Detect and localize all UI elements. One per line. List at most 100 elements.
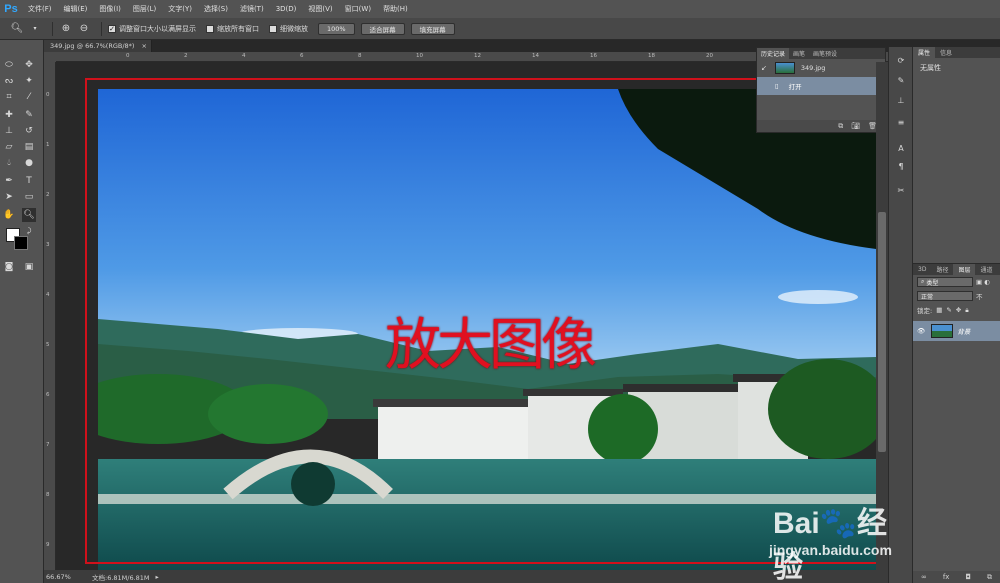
fill-screen-button[interactable]: 填充屏幕 xyxy=(410,22,455,35)
lock-pixels-icon[interactable]: ✎ xyxy=(946,306,951,314)
tab-info[interactable]: 信息 xyxy=(935,47,957,58)
move-icon[interactable]: ✥ xyxy=(22,58,36,72)
crop-icon[interactable]: ⌗ xyxy=(2,90,16,104)
history-brush-icon[interactable]: ↺ xyxy=(22,124,36,138)
tools-preset-icon[interactable]: ✂ xyxy=(894,183,908,197)
shape-icon[interactable]: ▭ xyxy=(22,190,36,204)
eye-icon[interactable]: 👁︎ xyxy=(917,327,925,335)
clone-stamp-icon[interactable]: ⊥ xyxy=(2,124,16,138)
tab-properties[interactable]: 属性 xyxy=(913,47,936,58)
path-selection-icon[interactable]: ➤ xyxy=(2,190,16,204)
tab-layers[interactable]: 图层 xyxy=(953,264,976,275)
image-filter-icon[interactable]: ▣ xyxy=(976,278,982,286)
no-properties-label: 无属性 xyxy=(920,64,941,72)
blend-row: 正常 不 xyxy=(913,289,1000,303)
document-tab[interactable]: 349.jpg @ 66.7%(RGB/8*) × xyxy=(44,40,152,52)
type-icon[interactable]: T xyxy=(22,174,36,188)
zoom-icon[interactable]: 🔍︎ xyxy=(22,208,36,222)
new-layer-icon[interactable]: ⧉ xyxy=(987,573,992,582)
search-icon: ⌕ xyxy=(921,278,925,285)
layer-background[interactable]: 👁︎ 背景 xyxy=(913,321,1000,341)
tab-history[interactable]: 历史记录 xyxy=(757,48,790,59)
screen-mode-icon[interactable]: ▣ xyxy=(22,260,36,274)
zoom-100-button[interactable]: 100% xyxy=(318,22,355,35)
fit-screen-button[interactable]: 适合屏幕 xyxy=(360,22,405,35)
ruler-tick: 14 xyxy=(532,53,539,59)
menu-edit[interactable]: 编辑(E) xyxy=(58,4,94,14)
checkbox-icon xyxy=(269,24,277,33)
history-state[interactable]: ▯ 打开 xyxy=(757,77,885,95)
zoom-level[interactable]: 66.67% xyxy=(44,573,92,581)
history-state-label: 打开 xyxy=(788,83,802,91)
zoom-all-windows-checkbox[interactable]: 缩放所有窗口 xyxy=(206,24,259,34)
scrollbar-thumb[interactable] xyxy=(878,212,886,452)
lasso-icon[interactable]: ᔓ xyxy=(2,74,16,88)
divider xyxy=(101,21,102,36)
gradient-icon[interactable]: ▤ xyxy=(22,140,36,154)
zoom-out-icon[interactable]: ⊖ xyxy=(77,22,91,36)
paragraph-panel-icon[interactable]: ¶ xyxy=(894,159,908,173)
menu-file[interactable]: 文件(F) xyxy=(22,4,58,14)
menu-window[interactable]: 窗口(W) xyxy=(339,4,377,14)
hand-icon[interactable]: ✋ xyxy=(2,208,16,222)
tab-channels[interactable]: 通道 xyxy=(975,264,997,275)
swap-colors-icon[interactable]: ⤸ xyxy=(22,224,36,238)
camera-icon[interactable]: 📷︎ xyxy=(851,122,860,130)
status-bar: 66.67% 文档:6.81M/6.81M ▸ xyxy=(44,570,888,583)
blur-icon[interactable]: 💧︎ xyxy=(2,156,16,170)
history-snapshot[interactable]: ↙ 349.jpg xyxy=(757,59,885,77)
ruler-tick: 10 xyxy=(416,53,423,59)
properties-tabs: 属性 信息 xyxy=(913,47,1000,58)
blend-mode-select[interactable]: 正常 xyxy=(917,291,973,301)
menu-view[interactable]: 视图(V) xyxy=(302,4,338,14)
brush-panel-icon[interactable]: ✎ xyxy=(894,73,908,87)
pen-icon[interactable]: ✒ xyxy=(2,174,16,188)
brush-icon[interactable]: ✎ xyxy=(22,108,36,122)
zoom-in-icon[interactable]: ⊕ xyxy=(59,22,73,36)
checkbox-checked-icon: ✓ xyxy=(108,24,116,33)
link-icon[interactable]: ∞ xyxy=(921,573,927,581)
menu-image[interactable]: 图像(I) xyxy=(93,4,127,14)
tab-paths[interactable]: 路径 xyxy=(931,264,953,275)
chevron-down-icon[interactable]: ▾ xyxy=(28,22,42,36)
chevron-right-icon[interactable]: ▸ xyxy=(156,573,159,581)
close-icon[interactable]: × xyxy=(142,42,147,50)
resize-windows-checkbox[interactable]: ✓ 调整窗口大小以满屏显示 xyxy=(108,24,196,34)
background-color-swatch[interactable] xyxy=(14,236,28,250)
magic-wand-icon[interactable]: ✦ xyxy=(22,74,36,88)
layer-filter-row: ⌕ 类型 ▣ ◐ xyxy=(913,275,1000,289)
menu-3d[interactable]: 3D(D) xyxy=(270,5,303,13)
new-document-from-state-icon[interactable]: ⧉ xyxy=(838,122,843,131)
adjustments-icon[interactable]: ≡ xyxy=(894,115,908,129)
layer-filter-select[interactable]: ⌕ 类型 xyxy=(917,277,973,287)
ruler-tick: 1 xyxy=(46,142,50,148)
healing-brush-icon[interactable]: ✚ xyxy=(2,108,16,122)
ruler-tick: 2 xyxy=(184,53,188,59)
menu-layer[interactable]: 图层(L) xyxy=(127,4,162,14)
lock-all-icon[interactable]: 🔒︎ xyxy=(965,306,968,315)
dodge-icon[interactable]: ● xyxy=(22,156,36,170)
lock-transparent-icon[interactable]: ▦ xyxy=(936,306,942,314)
mask-icon[interactable]: ◘ xyxy=(965,573,971,581)
clone-source-icon[interactable]: ⊥ xyxy=(894,93,908,107)
quick-mask-icon[interactable]: ◙ xyxy=(2,260,16,274)
lock-position-icon[interactable]: ✥ xyxy=(956,306,961,314)
eraser-icon[interactable]: ▱ xyxy=(2,140,16,154)
tab-3d[interactable]: 3D xyxy=(913,264,931,275)
character-panel-icon[interactable]: A xyxy=(894,141,908,155)
layers-tabs: 3D 路径 图层 通道 xyxy=(913,264,1000,275)
eyedropper-icon[interactable]: ⁄ xyxy=(22,90,36,104)
history-panel-icon[interactable]: ⟳ xyxy=(894,53,908,67)
tab-brush-presets[interactable]: 画笔预设 xyxy=(809,48,841,59)
menu-select[interactable]: 选择(S) xyxy=(198,4,234,14)
menu-filter[interactable]: 滤镜(T) xyxy=(234,4,270,14)
zoom-tool-icon[interactable]: 🔍︎ xyxy=(10,22,24,36)
tab-brush[interactable]: 画笔 xyxy=(789,48,809,59)
snapshot-thumbnail xyxy=(774,62,795,74)
adjust-filter-icon[interactable]: ◐ xyxy=(984,278,990,286)
scrubby-zoom-checkbox[interactable]: 细微缩放 xyxy=(269,24,308,34)
menu-help[interactable]: 帮助(H) xyxy=(377,4,414,14)
menu-type[interactable]: 文字(Y) xyxy=(162,4,198,14)
fx-icon[interactable]: fx xyxy=(943,573,950,581)
marquee-icon[interactable]: ⬭ xyxy=(2,58,16,72)
